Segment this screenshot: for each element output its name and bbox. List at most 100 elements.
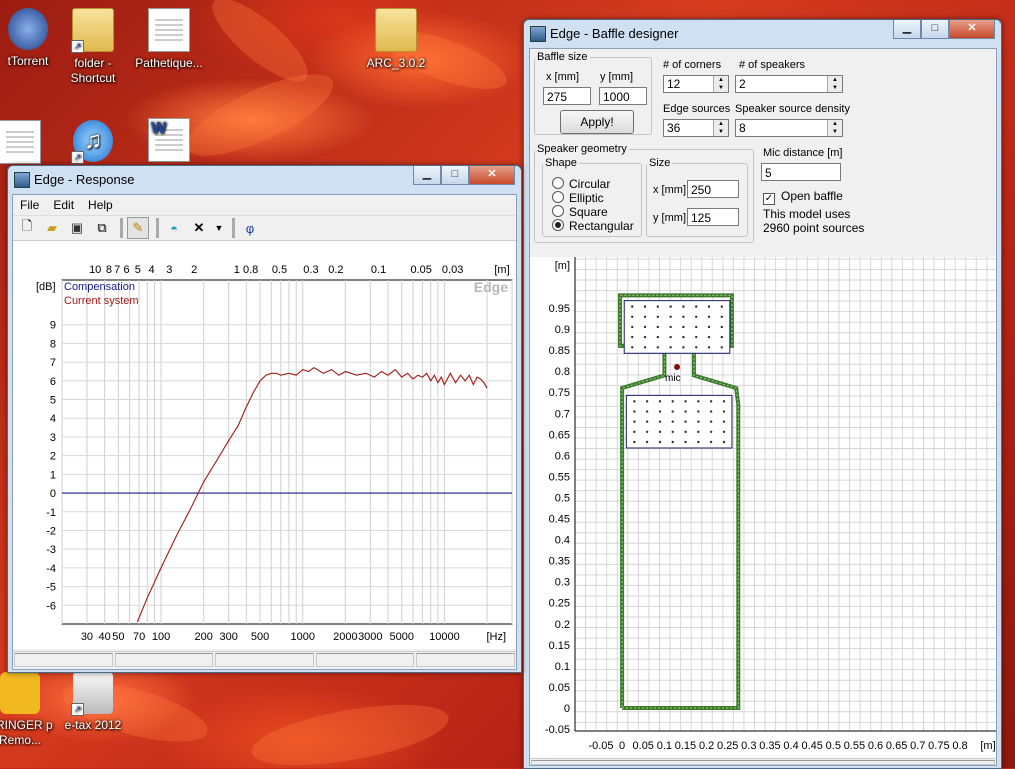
app-icon (14, 172, 30, 188)
desktop-icon-folder-shortcut[interactable]: ↗ folder - Shortcut (55, 8, 131, 86)
response-chart[interactable]: 9876543210-1-2-3-4-5-630 40 50 70 100 200 300 5… (13, 241, 516, 649)
spinner-arrows-icon[interactable]: ▲ ▼ (827, 76, 842, 92)
speaker-density-value: 8 (739, 121, 746, 135)
y-tick-label: 6 (50, 376, 56, 388)
y-tick-label: 0.9 (555, 324, 570, 336)
speaker-point-source (709, 410, 713, 413)
speakers-label: # of speakers (739, 59, 806, 71)
save-icon[interactable]: ▣ (66, 217, 88, 239)
top-tick-label: 0.2 (328, 264, 343, 276)
speaker-point-source (633, 420, 636, 423)
mic-distance-label: Mic distance [m] (763, 147, 843, 159)
x-tick-label: 5000 (390, 631, 414, 643)
speakers-spinner[interactable]: 2 ▲ ▼ (735, 75, 843, 93)
spinner-arrows-icon[interactable]: ▲ ▼ (713, 120, 728, 136)
maximize-button[interactable]: □ (441, 166, 469, 185)
speaker-point-source (684, 400, 687, 403)
speaker-point-source (656, 335, 660, 339)
corners-spinner[interactable]: 12 ▲ ▼ (663, 75, 729, 93)
speaker-point-source (707, 325, 711, 329)
speaker-upper (623, 300, 731, 354)
shape-radio-square[interactable]: Square (552, 205, 608, 219)
shape-radio-rectangular[interactable]: Rectangular (552, 219, 634, 233)
desktop-icon-doc-partial[interactable] (0, 120, 58, 168)
speaker-point-source (656, 315, 660, 318)
top-tick-label: 1 (234, 264, 240, 276)
speaker-point-source (682, 335, 685, 339)
shape-radio-elliptic[interactable]: Elliptic (552, 191, 604, 205)
copy-icon[interactable]: ⧉ (91, 217, 113, 239)
close-button[interactable]: ✕ (469, 166, 515, 185)
speaker-point-source (697, 440, 700, 444)
speaker-point-source (697, 410, 700, 413)
desktop-icon-itunes[interactable]: ♫ ↗ (55, 120, 131, 166)
geometry-x-input[interactable]: 250 (687, 180, 739, 198)
edge-sources-spinner[interactable]: 36 ▲ ▼ (663, 119, 729, 137)
speaker-point-source (697, 400, 700, 403)
speaker-point-source (643, 325, 647, 329)
desktop-icon-pathetique[interactable]: Pathetique... (131, 8, 207, 71)
radio-icon (552, 177, 564, 189)
open-baffle-checkbox[interactable]: ✓ Open baffle (763, 189, 843, 205)
speaker-point-source (645, 410, 649, 413)
baffle-x-input[interactable]: 275 (543, 87, 591, 105)
edge-sources-value: 36 (667, 121, 681, 135)
apply-button[interactable]: Apply! (560, 110, 634, 134)
speaker-point-source (658, 400, 662, 403)
desktop-icon-arc[interactable]: ARC_3.0.2 (358, 8, 434, 71)
minimize-button[interactable]: ▁ (893, 20, 921, 39)
speaker-point-source (684, 410, 687, 413)
speaker-density-spinner[interactable]: 8 ▲ ▼ (735, 119, 843, 137)
shape-radio-circular[interactable]: Circular (552, 177, 610, 191)
status-cell (531, 760, 995, 765)
minimize-button[interactable]: ▁ (413, 166, 441, 185)
speaker-point-source (707, 346, 711, 349)
spinner-arrows-icon[interactable]: ▲ ▼ (827, 120, 842, 136)
x-tick-label: 0.4 (783, 740, 798, 752)
baffle-layout-plot[interactable]: 0.950.90.850.80.750.70.650.60.550.50.450… (530, 257, 996, 765)
phi-icon[interactable]: φ (239, 217, 261, 239)
mic-label: mic (665, 373, 681, 384)
edge-sources-label: Edge sources (663, 103, 731, 115)
size-legend: Size (649, 157, 671, 169)
baffle-y-input[interactable]: 1000 (599, 87, 647, 105)
mic-distance-input[interactable]: 5 (761, 163, 841, 181)
dome-icon[interactable]: ◓ (163, 217, 185, 239)
open-icon[interactable]: ▰ (41, 217, 63, 239)
document-icon (0, 120, 41, 164)
geometry-x-label: x [mm] (653, 184, 686, 196)
x-tick-label: 0.5 (826, 740, 841, 752)
menu-file[interactable]: File (13, 195, 46, 215)
geometry-y-input[interactable]: 125 (687, 208, 739, 226)
baffle-titlebar[interactable]: Edge - Baffle designer ▁ □ ✕ (524, 20, 1001, 48)
radio-label: Elliptic (569, 191, 604, 205)
x-tick-label: 0.25 (717, 740, 738, 752)
speaker-point-source (720, 305, 724, 308)
menu-help[interactable]: Help (81, 195, 120, 215)
desktop-icon-behringer[interactable]: HRINGER p Remo... (0, 672, 58, 748)
x-tick-label: 10000 (429, 631, 460, 643)
menu-edit[interactable]: Edit (46, 195, 81, 215)
y-tick-label: -1 (46, 507, 56, 519)
maximize-button[interactable]: □ (921, 20, 949, 39)
speaker-point-source (671, 430, 674, 434)
document-icon (148, 8, 190, 52)
speaker-point-source (633, 400, 636, 403)
y-tick-label: 0.85 (549, 345, 570, 357)
dropdown-icon[interactable]: ▼ (213, 217, 225, 239)
speaker-point-source (669, 346, 672, 349)
status-cell (215, 653, 314, 667)
spinner-arrows-icon[interactable]: ▲ ▼ (713, 76, 728, 92)
close-button[interactable]: ✕ (949, 20, 995, 39)
model-note-line2: 2960 point sources (763, 221, 865, 235)
top-tick-label: 2 (191, 264, 197, 276)
folder-icon: ↗ (71, 8, 114, 53)
speaker-point-source (633, 440, 636, 444)
pencil-icon[interactable]: ✎ (127, 217, 149, 239)
desktop-icon-etax[interactable]: ↗ e-tax 2012 (55, 672, 131, 733)
response-titlebar[interactable]: Edge - Response ▁ □ ✕ (8, 166, 521, 194)
cross-icon[interactable]: ✕ (188, 217, 210, 239)
new-icon[interactable]: 🗋 (16, 217, 38, 239)
desktop-icon-word[interactable]: W (131, 118, 207, 166)
y-axis-label: [dB] (36, 281, 56, 293)
